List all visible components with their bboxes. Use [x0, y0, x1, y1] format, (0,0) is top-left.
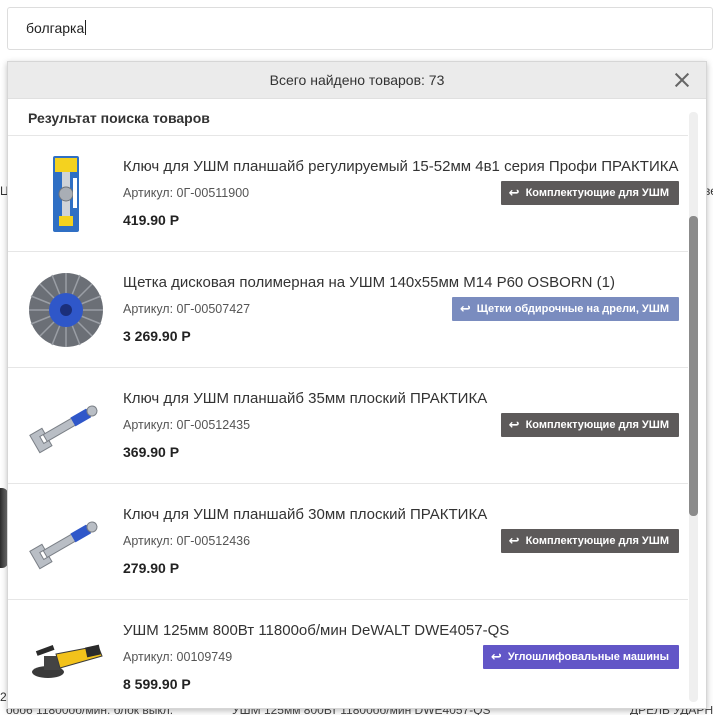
- product-sku: Артикул: 0Г-00511900: [123, 186, 250, 200]
- bg-text-fragment-bottom-left: 2: [0, 690, 7, 704]
- search-query: болгарка: [26, 20, 85, 36]
- product-name[interactable]: Щетка дисковая полимерная на УШМ 140х55м…: [123, 274, 615, 291]
- category-label: Комплектующие для УШМ: [525, 535, 669, 547]
- adjustable-wrench-package-image: [53, 156, 79, 232]
- close-icon[interactable]: [672, 70, 692, 90]
- reply-arrow-icon: ↩: [508, 185, 520, 200]
- product-name[interactable]: УШМ 125мм 800Вт 11800об/мин DeWALT DWE40…: [123, 622, 509, 639]
- category-label: Щетки обдирочные на дрели, УШМ: [476, 303, 669, 315]
- product-price: 279.90 Р: [123, 560, 180, 576]
- product-sku: Артикул: 0Г-00512436: [123, 534, 251, 548]
- result-item[interactable]: Щетка дисковая полимерная на УШМ 140х55м…: [8, 252, 688, 368]
- reply-arrow-icon: ↩: [490, 649, 502, 664]
- product-sku: Артикул: 0Г-00512435: [123, 418, 251, 432]
- product-sku: Артикул: 0Г-00507427: [123, 302, 251, 316]
- product-price: 369.90 Р: [123, 444, 180, 460]
- search-results-dropdown: Всего найдено товаров: 73 Результат поис…: [7, 61, 707, 709]
- category-button[interactable]: ↩ Комплектующие для УШМ: [500, 413, 679, 437]
- disc-brush-image: [29, 273, 103, 347]
- results-count-header: Всего найдено товаров: 73: [8, 62, 706, 99]
- scrollbar-thumb[interactable]: [689, 216, 698, 516]
- flat-pin-wrench-image: [29, 405, 98, 454]
- category-button[interactable]: ↩ Комплектующие для УШМ: [500, 181, 679, 205]
- search-input[interactable]: болгарка: [26, 20, 676, 40]
- product-name[interactable]: Ключ для УШМ планшайб 30мм плоский ПРАКТ…: [123, 506, 487, 523]
- result-item[interactable]: Ключ для УШМ планшайб регулируемый 15-52…: [8, 136, 688, 252]
- reply-arrow-icon: ↩: [508, 417, 520, 432]
- product-name[interactable]: Ключ для УШМ планшайб регулируемый 15-52…: [123, 158, 678, 175]
- results-count-text: Всего найдено товаров: 73: [269, 72, 445, 88]
- product-price: 8 599.90 Р: [123, 676, 191, 692]
- text-caret: [85, 20, 87, 35]
- reply-arrow-icon: ↩: [508, 533, 520, 548]
- category-button[interactable]: ↩ Щетки обдирочные на дрели, УШМ: [451, 297, 679, 321]
- result-item[interactable]: Ключ для УШМ планшайб 35мм плоский ПРАКТ…: [8, 368, 688, 484]
- result-item[interactable]: Ключ для УШМ планшайб 30мм плоский ПРАКТ…: [8, 484, 688, 600]
- category-button[interactable]: ↩ Углошлифовальные машины: [482, 645, 679, 669]
- reply-arrow-icon: ↩: [459, 301, 471, 316]
- angle-grinder-image: [32, 644, 103, 678]
- product-price: 3 269.90 Р: [123, 328, 191, 344]
- results-list[interactable]: Результат поиска товаров Ключ для УШМ пл…: [8, 99, 706, 708]
- product-sku: Артикул: 00109749: [123, 650, 233, 664]
- product-price: 419.90 Р: [123, 212, 180, 228]
- result-item[interactable]: УШМ 125мм 800Вт 11800об/мин DeWALT DWE40…: [8, 600, 688, 708]
- category-label: Комплектующие для УШМ: [525, 187, 669, 199]
- results-scrollbar[interactable]: [689, 112, 698, 702]
- category-label: Углошлифовальные машины: [507, 651, 669, 663]
- category-label: Комплектующие для УШМ: [525, 419, 669, 431]
- category-button[interactable]: ↩ Комплектующие для УШМ: [500, 529, 679, 553]
- product-name[interactable]: Ключ для УШМ планшайб 35мм плоский ПРАКТ…: [123, 390, 487, 407]
- flat-pin-wrench-image: [29, 521, 98, 570]
- results-title: Результат поиска товаров: [28, 110, 210, 126]
- search-bar[interactable]: болгарка: [7, 7, 713, 50]
